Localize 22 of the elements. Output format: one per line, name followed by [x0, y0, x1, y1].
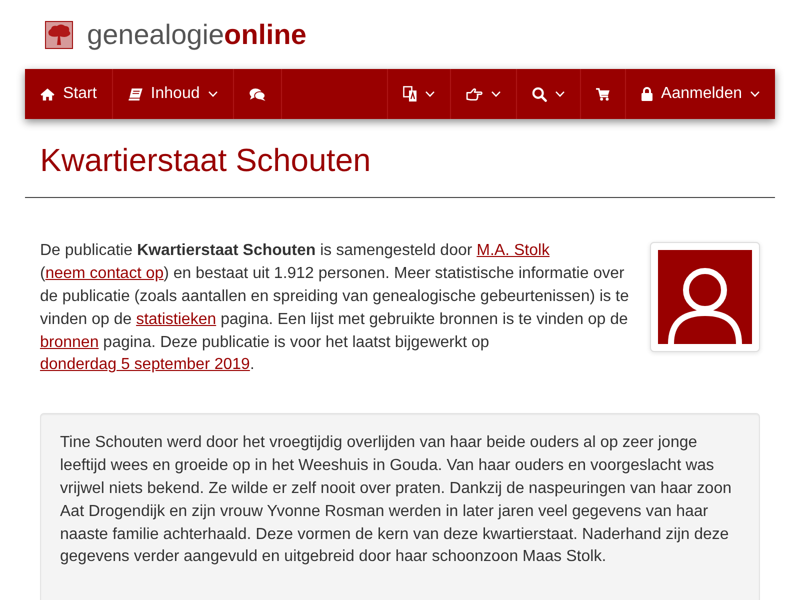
- chat-bubbles-icon: [248, 88, 266, 100]
- inline-link[interactable]: M.A. Stolk: [476, 242, 550, 260]
- search-icon: [532, 86, 548, 102]
- description-text: Tine Schouten werd door het vroegtijdig overlijden van haar beide ouders al op zeer jonge leeftijd wees en groeide op in het Weeshuis in Gouda. Van haar ouders en voorgeslacht was vrijwel niets bekend. Ze wilde er zelf nooit over praten. Dankzij de naspeuringen van haar zoon Aat Drogendijk en zijn vrouw Yvonne Rosman werden in later jaren veel gegevens van haar naaste familie achterhaald. Deze vormen de kern van deze kwartierstaat. Naderhand zijn deze gegevens verder aangevuld en uitgebreid door haar schoonzoon Maas Stolk.: [60, 433, 732, 568]
- inline-link[interactable]: neem contact op: [45, 265, 164, 282]
- inline-link[interactable]: donderdag 5 september 2019: [40, 356, 250, 374]
- translate-icon: [403, 86, 418, 102]
- intro-paragraph: De publicatie Kwartierstaat Schouten is samengesteld door M.A. Stolk (neem contact op) en bestaat uit 1.912 personen. Meer statistische informatie over de publicatie (zoals aantallen en spreiding van genealogische gebeurtenissen) is te vinden op de statistieken pagina. Een lijst met gebruikte bronnen is te vinden op de bronnen pagina. Deze publicatie is voor het laatst bijgewerkt op donderdag 5 september 2019.: [40, 241, 630, 376]
- page-title: Kwartierstaat Schouten: [40, 143, 372, 178]
- pointing-hand-icon: [466, 88, 484, 100]
- user-silhouette-icon: [658, 250, 752, 344]
- tree-logo-icon: [45, 21, 73, 49]
- site-logo-text[interactable]: genealogieonline: [87, 21, 306, 49]
- inline-link[interactable]: bronnen: [40, 334, 99, 351]
- book-icon: [128, 88, 143, 100]
- home-icon: [40, 88, 55, 100]
- nav-menu-item[interactable]: Inhoud: [112, 69, 234, 119]
- cart-icon: [596, 88, 610, 100]
- nav-menu-item[interactable]: Aanmelden: [625, 69, 775, 119]
- nav-menu-item[interactable]: Start: [25, 69, 113, 119]
- lock-icon: [641, 87, 654, 101]
- inline-link[interactable]: statistieken: [136, 310, 216, 328]
